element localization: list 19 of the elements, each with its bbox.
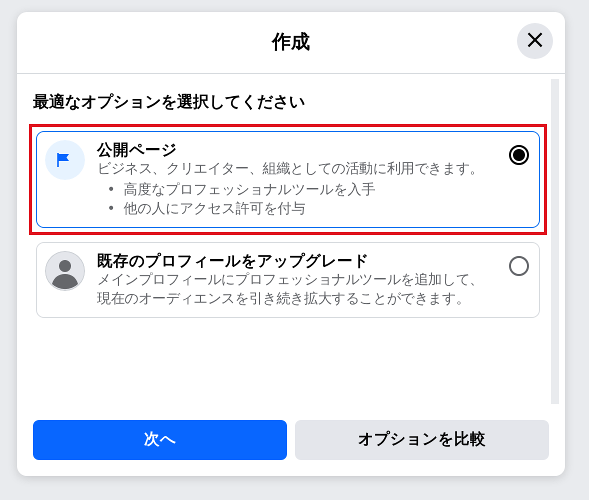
option-title: 公開ページ — [97, 140, 178, 160]
close-button[interactable]: × — [517, 23, 553, 59]
bullet-item: 高度なプロフェッショナルツールを入手 — [123, 181, 376, 200]
bullet-marker: • — [107, 181, 116, 200]
option-description: ビジネス、クリエイター、組織としての活動に利用できます。 — [97, 160, 484, 179]
bullet-item: 他の人にアクセス許可を付与 — [123, 200, 306, 219]
option-card[interactable]: 公開ページ ビジネス、クリエイター、組織としての活動に利用できます。 • 高度なプロフェッショナルツールを入手 • 他の人にアクセス許可を付与 — [36, 131, 540, 228]
option-description: メインプロフィールにプロフェッショナルツールを追加して、現在のオーディエンスを引き続き拡大することができます。 — [97, 271, 484, 309]
flag-icon — [45, 140, 85, 180]
prompt-text: 最適なオプションを選択してください — [33, 91, 306, 113]
radio-button[interactable] — [509, 256, 529, 276]
bullet-marker: • — [107, 200, 116, 219]
avatar-icon — [45, 251, 85, 291]
option-card[interactable]: 既存のプロフィールをアップグレード メインプロフィールにプロフェッショナルツールを追加して、現在のオーディエンスを引き続き拡大することができます。 — [36, 242, 540, 318]
compare-button[interactable]: オプションを比較 — [295, 420, 549, 460]
dialog-title: 作成 — [272, 30, 310, 56]
option-title: 既存のプロフィールをアップグレード — [97, 251, 370, 271]
radio-button[interactable] — [509, 145, 529, 165]
next-button[interactable]: 次へ — [33, 420, 287, 460]
